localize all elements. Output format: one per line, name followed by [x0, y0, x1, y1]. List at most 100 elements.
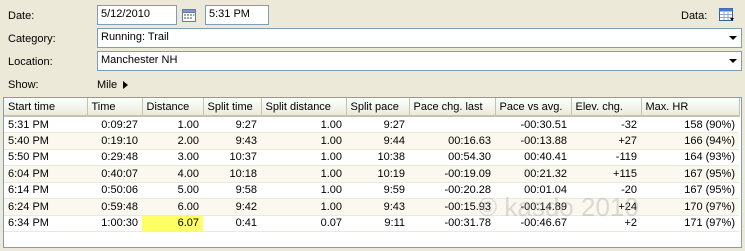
table-header-row: Start time Time Distance Split time Split di… [4, 98, 740, 117]
table-cell: 3.00 [142, 149, 203, 166]
table-cell: 9:44 [346, 132, 409, 150]
table-cell: 0:59:48 [87, 198, 142, 216]
splits-table: Start time Time Distance Split time Split di… [4, 98, 740, 232]
activity-form: Date: 5/12/2010 5:31 PM Data: Category: … [0, 0, 745, 97]
column-header[interactable]: Max. HR [641, 98, 740, 117]
table-cell: 10:37 [203, 149, 261, 166]
table-cell: 00:01.04 [495, 182, 571, 199]
splits-grid[interactable]: Start time Time Distance Split time Split di… [3, 97, 742, 248]
table-row[interactable]: 6:34 PM 1:00:30 6.07 0:41 0.07 9:11 -00:31.78-… [4, 215, 739, 232]
table-cell: 6:34 PM [4, 215, 87, 232]
table-cell: -119 [571, 149, 641, 166]
table-cell: +27 [571, 132, 641, 150]
time-field[interactable]: 5:31 PM [205, 5, 269, 25]
column-header[interactable]: Pace chg. last [409, 98, 496, 117]
table-cell: -00:46.67 [495, 215, 571, 232]
column-header[interactable]: Split distance [261, 98, 347, 117]
table-cell: 1.00 [261, 149, 346, 166]
triangle-right-icon[interactable] [123, 81, 129, 90]
table-cell: 10:38 [346, 149, 409, 166]
column-header[interactable]: Distance [142, 98, 204, 117]
table-row[interactable]: 6:14 PM 0:50:06 5.00 9:58 1.00 9:59 -00:20.28 0… [4, 182, 739, 199]
table-cell: 6.00 [142, 198, 203, 216]
table-cell: 0:41 [203, 215, 261, 232]
table-cell: 2.00 [142, 132, 203, 150]
table-cell: 6:14 PM [4, 182, 87, 199]
table-cell: 1.00 [261, 198, 346, 216]
table-cell: 170 (97%) [641, 198, 739, 216]
chevron-down-icon[interactable] [724, 52, 741, 70]
location-value: Manchester NH [101, 54, 178, 66]
table-cell: -32 [571, 116, 641, 133]
table-cell: 5:40 PM [4, 132, 87, 150]
table-cell: -00:13.88 [495, 132, 571, 150]
table-cell: 5.00 [142, 182, 203, 199]
location-label: Location: [8, 56, 53, 68]
table-cell: 9:42 [203, 198, 261, 216]
calendar-icon[interactable] [180, 6, 198, 24]
table-cell: 1:00:30 [87, 215, 142, 232]
table-cell: +2 [571, 215, 641, 232]
table-cell: 00:16.63 [409, 132, 495, 150]
date-field[interactable]: 5/12/2010 [97, 5, 177, 25]
column-header[interactable]: Elev. chg. [571, 98, 642, 117]
table-cell: -20 [571, 182, 641, 199]
table-cell: -00:31.78 [409, 215, 495, 232]
table-row[interactable]: 5:40 PM 0:19:10 2.00 9:43 1.00 9:44 00:16.63 -0… [4, 132, 739, 150]
table-cell: -00:30.51 [495, 116, 571, 133]
table-row[interactable]: 5:50 PM 0:29:48 3.00 10:37 1.00 10:38 00:54.30… [4, 149, 739, 166]
column-header[interactable]: Split time [203, 98, 262, 117]
table-cell: 4.00 [142, 165, 203, 183]
table-cell: 9:27 [203, 116, 261, 133]
table-cell: 00:21.32 [495, 165, 571, 183]
table-cell: -00:20.28 [409, 182, 495, 199]
table-cell: 0:40:07 [87, 165, 142, 183]
show-value: Mile [97, 79, 118, 91]
column-header[interactable]: Split pace [346, 98, 410, 117]
table-cell: 0:09:27 [87, 116, 142, 133]
table-cell: 9:43 [203, 132, 261, 150]
table-row[interactable]: 5:31 PM 0:09:27 1.00 9:27 1.00 9:27 -00:30.51-… [4, 116, 739, 133]
table-cell: 5:50 PM [4, 149, 87, 166]
table-cell: 9:59 [346, 182, 409, 199]
table-cell: 6:24 PM [4, 198, 87, 216]
table-cell: 1.00 [261, 116, 346, 133]
table-cell: 9:43 [346, 198, 409, 216]
data-label: Data: [681, 10, 708, 22]
table-cell: 00:40.41 [495, 149, 571, 166]
table-cell: 158 (90%) [641, 116, 739, 133]
location-select[interactable]: Manchester NH [97, 51, 742, 71]
table-cell: 10:19 [346, 165, 409, 183]
table-cell: 6.07 [142, 215, 203, 232]
table-cell: 171 (97%) [641, 215, 739, 232]
table-cell: 166 (94%) [641, 132, 739, 150]
show-mile-toggle[interactable]: Mile [97, 79, 129, 91]
table-cell: +115 [571, 165, 641, 183]
column-header[interactable]: Time [87, 98, 143, 117]
show-label: Show: [8, 79, 39, 91]
table-cell: 0:50:06 [87, 182, 142, 199]
table-cell: 5:31 PM [4, 116, 87, 133]
column-header[interactable]: Pace vs avg. [495, 98, 572, 117]
chevron-down-icon[interactable] [724, 29, 741, 47]
table-cell: +24 [571, 198, 641, 216]
table-cell: 167 (95%) [641, 165, 739, 183]
table-cell: 10:18 [203, 165, 261, 183]
table-cell: 1.00 [142, 116, 203, 133]
table-cell: 9:11 [346, 215, 409, 232]
category-value: Running: Trail [101, 31, 169, 43]
date-label: Date: [8, 10, 35, 22]
table-cell: -00:14.89 [495, 198, 571, 216]
table-cell [409, 116, 495, 133]
data-icon[interactable] [718, 6, 736, 24]
table-cell: 9:58 [203, 182, 261, 199]
table-cell: -00:19.09 [409, 165, 495, 183]
table-cell: 0:19:10 [87, 132, 142, 150]
category-select[interactable]: Running: Trail [97, 28, 742, 48]
table-cell: 00:54.30 [409, 149, 495, 166]
table-cell: 0:29:48 [87, 149, 142, 166]
column-header[interactable]: Start time [4, 98, 88, 117]
table-row[interactable]: 6:24 PM 0:59:48 6.00 9:42 1.00 9:43 -00:15.93-… [4, 198, 739, 216]
table-row[interactable]: 6:04 PM 0:40:07 4.00 10:18 1.00 10:19 -00:19.0… [4, 165, 739, 183]
table-cell: 9:27 [346, 116, 409, 133]
